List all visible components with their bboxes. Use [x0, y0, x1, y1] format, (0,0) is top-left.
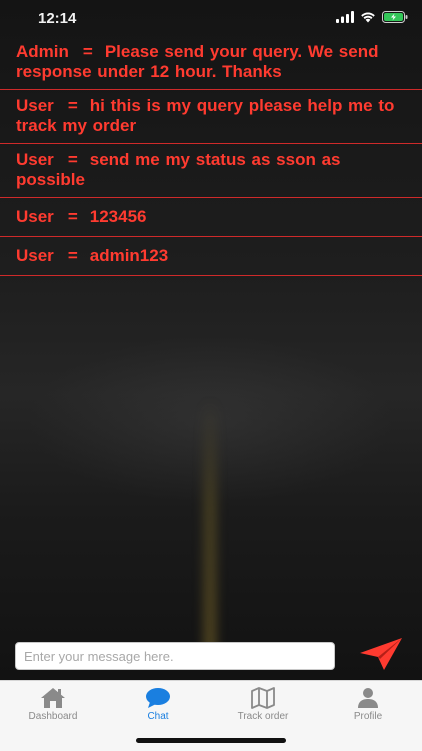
chat-message: Admin = Please send your query. We send re…	[0, 36, 422, 90]
tab-profile[interactable]: Profile	[328, 687, 408, 722]
person-icon	[358, 688, 378, 708]
home-indicator	[136, 738, 286, 743]
message-separator: =	[67, 207, 78, 226]
message-separator: =	[67, 246, 78, 265]
message-input-container	[15, 642, 335, 670]
message-separator: =	[82, 42, 93, 61]
message-text: admin123	[89, 246, 169, 265]
wifi-icon	[361, 12, 375, 23]
message-sender: User	[16, 150, 54, 169]
message-sender: User	[16, 207, 54, 226]
message-input[interactable]	[16, 643, 334, 669]
message-list: Admin = Please send your query. We send re…	[0, 36, 422, 276]
tab-track-order[interactable]: Track order	[223, 687, 303, 722]
chat-message: User = send me my status as sson as possib…	[0, 144, 422, 198]
map-icon	[251, 687, 275, 709]
chat-message: User = 123456	[0, 198, 422, 237]
tab-label: Profile	[353, 711, 383, 722]
tab-label: Dashboard	[28, 711, 78, 722]
message-separator: =	[67, 150, 78, 169]
message-text: 123456	[89, 207, 147, 226]
status-time: 12:14	[38, 10, 77, 27]
chat-message: User = hi this is my query please help me …	[0, 90, 422, 144]
status-icons	[336, 11, 408, 23]
message-sender: Admin	[16, 42, 69, 61]
message-sender: User	[16, 246, 54, 265]
signal-icon	[336, 11, 354, 23]
chat-message: User = admin123	[0, 237, 422, 276]
status-bar: 12:14	[0, 0, 422, 36]
message-separator: =	[67, 96, 78, 115]
message-sender: User	[16, 96, 54, 115]
tab-label: Chat	[147, 711, 169, 722]
battery-charging-icon	[382, 11, 408, 23]
tab-dashboard[interactable]: Dashboard	[13, 687, 93, 722]
chat-icon	[146, 688, 170, 708]
road-center-line	[203, 400, 217, 660]
tab-chat[interactable]: Chat	[118, 687, 198, 722]
send-icon	[360, 638, 402, 670]
tab-label: Track order	[237, 711, 289, 722]
send-button[interactable]	[358, 636, 404, 672]
home-icon	[41, 688, 65, 708]
